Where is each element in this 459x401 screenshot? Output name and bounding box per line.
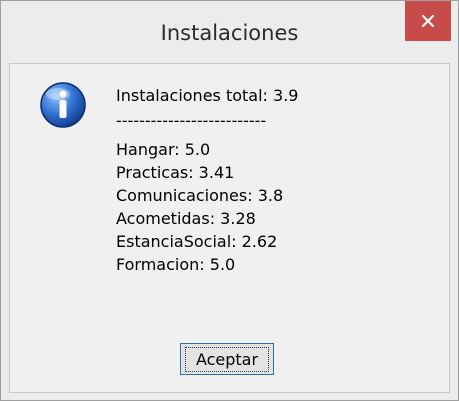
total-line: Instalaciones total: 3.9 (116, 86, 299, 105)
message-dialog: Instalaciones Instalaciones total: 3.9 -… (0, 0, 459, 401)
list-item: Comunicaciones: 3.8 (116, 186, 284, 205)
window-title: Instalaciones (160, 21, 299, 45)
close-icon (421, 14, 435, 28)
message-text: Instalaciones total: 3.9 ---------------… (116, 84, 298, 276)
separator-line: -------------------------- (116, 111, 267, 130)
title-bar[interactable]: Instalaciones (1, 1, 458, 63)
list-item: Acometidas: 3.28 (116, 209, 256, 228)
accept-button-label: Aceptar (184, 346, 270, 372)
list-item: EstanciaSocial: 2.62 (116, 232, 278, 251)
list-item: Hangar: 5.0 (116, 140, 211, 159)
list-item: Formacion: 5.0 (116, 255, 236, 274)
list-item: Practicas: 3.41 (116, 163, 235, 182)
info-icon (40, 82, 86, 128)
dialog-content: Instalaciones total: 3.9 ---------------… (9, 63, 450, 393)
accept-button[interactable]: Aceptar (180, 343, 274, 375)
close-button[interactable] (405, 1, 451, 41)
